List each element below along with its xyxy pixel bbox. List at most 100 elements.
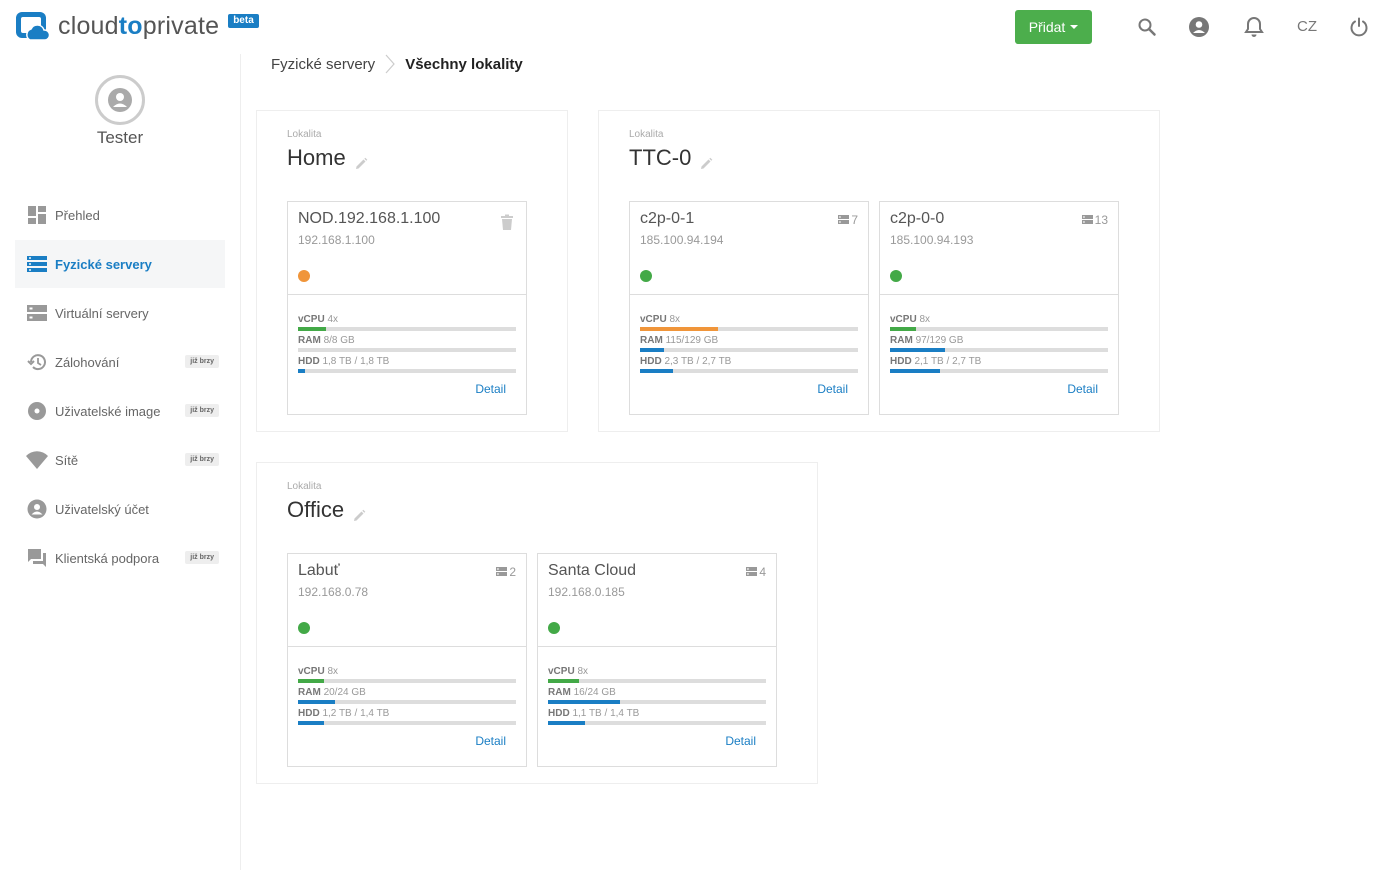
servers-icon [26,253,48,275]
vcpu-usage: vCPU 8x [890,314,1108,331]
server-count-badge: 2 [496,565,516,579]
hdd-value: 1,2 TB / 1,4 TB [322,708,390,719]
cloud-logo-icon [16,12,51,42]
ram-bar-fill [298,700,336,704]
server-ip: 192.168.0.78 [298,585,369,599]
hdd-bar-fill [640,369,673,373]
server-name: c2p-0-0 [890,210,945,227]
edit-pencil-icon[interactable] [352,503,366,521]
vcpu-value: 8x [577,666,589,677]
hdd-usage: HDD 2,1 TB / 2,7 TB [890,356,1108,373]
vcpu-bar-fill [640,327,719,331]
detail-link[interactable]: Detail [475,734,506,748]
dashboard-icon [26,204,48,226]
location-caption: Lokalita [629,129,664,140]
sidebar-item-networks[interactable]: Sítě již brzy [15,436,225,484]
ram-usage: RAM 8/8 GB [298,335,516,352]
vcpu-value: 4x [327,314,339,325]
sidebar-item-label: Klientská podpora [55,550,160,566]
ram-bar [890,348,1108,352]
sidebar-item-label: Uživatelský účet [55,501,149,517]
wifi-icon [26,449,48,471]
server-count-icon [746,565,758,579]
ram-value: 8/8 GB [323,335,355,346]
ram-value: 115/129 GB [665,335,719,346]
sidebar-item-virtual-servers[interactable]: Virtuální servery [15,289,225,337]
server-card: NOD.192.168.1.100 192.168.1.100 vCPU 4x … [287,201,527,415]
server-count-icon [496,565,508,579]
backup-icon [26,351,48,373]
user-icon[interactable] [1187,15,1211,39]
detail-link[interactable]: Detail [1067,382,1098,396]
vcpu-bar [890,327,1108,331]
sidebar-item-support[interactable]: Klientská podpora již brzy [15,534,225,582]
ram-value: 97/129 GB [915,335,964,346]
vcpu-label: vCPU [298,314,325,325]
hdd-bar [548,721,766,725]
top-bar: cloudtoprivate beta Přidat CZ [0,0,1382,54]
chevron-right-icon [385,54,395,74]
server-header: c2p-0-1 185.100.94.194 7 [630,202,868,295]
location-caption: Lokalita [287,129,322,140]
detail-link[interactable]: Detail [725,734,756,748]
coming-soon-badge: již brzy [185,453,219,466]
hdd-value: 1,1 TB / 1,4 TB [572,708,640,719]
server-count-icon [1081,213,1093,227]
vcpu-label: vCPU [548,666,575,677]
hdd-bar-fill [298,721,325,725]
hdd-bar [890,369,1108,373]
server-header: c2p-0-0 185.100.94.193 13 [880,202,1118,295]
location-card-ttc-0: Lokalita TTC-0 c2p-0-1 185.100.94.194 7 … [598,110,1160,432]
sidebar-item-backup[interactable]: Zálohování již brzy [15,338,225,386]
ram-bar-fill [890,348,945,352]
avatar[interactable] [95,75,145,125]
vcpu-bar [548,679,766,683]
search-icon[interactable] [1135,15,1159,39]
location-name-text: TTC-0 [629,145,692,170]
add-button-label: Přidat [1028,19,1066,35]
hdd-label: HDD [640,356,662,367]
breadcrumb-parent[interactable]: Fyzické servery [271,56,375,73]
server-count: 4 [759,565,766,579]
hdd-usage: HDD 2,3 TB / 2,7 TB [640,356,858,373]
server-card: c2p-0-0 185.100.94.193 13 vCPU 8x RAM 97… [879,201,1119,415]
hdd-value: 1,8 TB / 1,8 TB [322,356,390,367]
vcpu-bar [640,327,858,331]
hdd-bar [298,721,516,725]
logo[interactable]: cloudtoprivate beta [16,12,259,42]
detail-link[interactable]: Detail [817,382,848,396]
language-switch[interactable]: CZ [1297,18,1317,35]
edit-pencil-icon[interactable] [354,151,368,169]
vcpu-label: vCPU [298,666,325,677]
sidebar-item-physical-servers[interactable]: Fyzické servery [15,240,225,288]
detail-link[interactable]: Detail [475,382,506,396]
hdd-value: 2,3 TB / 2,7 TB [664,356,732,367]
sidebar-item-label: Virtuální servery [55,305,149,321]
trash-icon[interactable] [500,214,514,230]
bell-icon[interactable] [1242,15,1266,39]
sidebar-item-user-images[interactable]: Uživatelské image již brzy [15,387,225,435]
coming-soon-badge: již brzy [185,551,219,564]
vcpu-label: vCPU [890,314,917,325]
vcpu-usage: vCPU 8x [298,666,516,683]
disc-icon [26,400,48,422]
server-count: 2 [509,565,516,579]
caret-down-icon [1070,25,1079,29]
sidebar-item-overview[interactable]: Přehled [15,191,225,239]
vcpu-bar [298,679,516,683]
server-header: Labuť 192.168.0.78 2 [288,554,526,647]
add-button[interactable]: Přidat [1015,10,1092,44]
sidebar-item-account[interactable]: Uživatelský účet [15,485,225,533]
ram-label: RAM [298,687,321,698]
server-name: NOD.192.168.1.100 [298,210,441,227]
edit-pencil-icon[interactable] [699,151,713,169]
breadcrumb-current: Všechny lokality [405,55,523,73]
vcpu-value: 8x [327,666,339,677]
account-icon [26,498,48,520]
power-icon[interactable] [1347,15,1371,39]
server-count-icon [838,213,850,227]
hdd-usage: HDD 1,1 TB / 1,4 TB [548,708,766,725]
vcpu-usage: vCPU 8x [640,314,858,331]
hdd-usage: HDD 1,8 TB / 1,8 TB [298,356,516,373]
ram-bar [298,348,516,352]
